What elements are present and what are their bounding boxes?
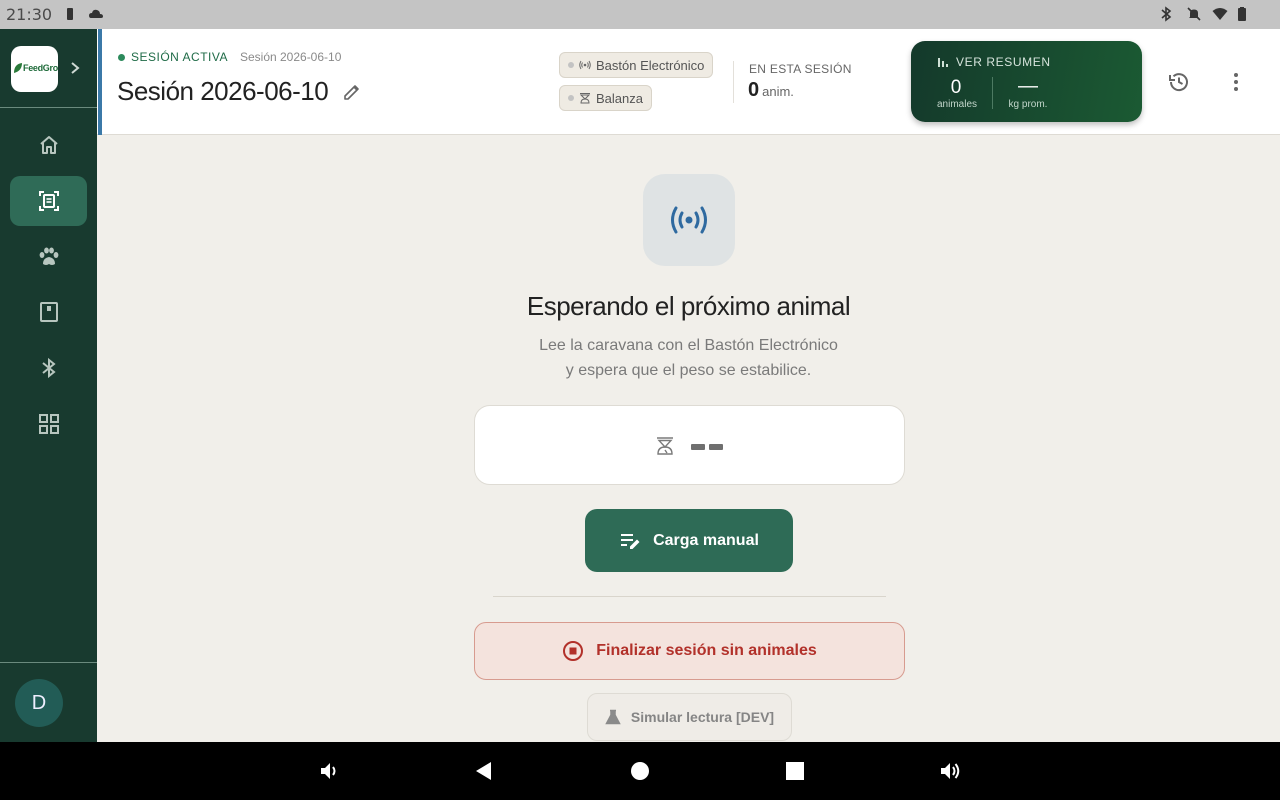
device-status-dot — [568, 95, 574, 101]
summary-title-label: VER RESUMEN — [956, 55, 1051, 69]
battery-icon — [1238, 7, 1246, 21]
sidebar-divider-top — [0, 107, 97, 108]
main-content: Esperando el próximo animal Lee la carav… — [97, 135, 1280, 742]
scale-icon — [657, 437, 673, 455]
bluetooth-status-icon — [1161, 6, 1172, 22]
sidebar-item-apps[interactable] — [10, 399, 87, 449]
sidebar-item-home[interactable] — [10, 120, 87, 170]
device-chip-label: Balanza — [596, 90, 643, 106]
summary-animals-label: animales — [936, 99, 978, 110]
sidebar-item-animals[interactable] — [10, 232, 87, 282]
volume-up-icon[interactable] — [938, 759, 962, 783]
history-icon[interactable] — [1167, 70, 1191, 94]
waiting-instructions: Lee la caravana con el Bastón Electrónic… — [97, 333, 1280, 383]
active-dot — [118, 53, 125, 61]
in-session-unit: anim. — [762, 84, 794, 99]
wifi-icon — [1212, 8, 1228, 20]
in-session-count-value: 0 — [748, 79, 760, 101]
system-status-bar: 21:30 — [0, 0, 1280, 29]
manual-entry-button[interactable]: Carga manual — [585, 509, 793, 572]
simulate-reading-label: Simular lectura [DEV] — [630, 709, 775, 725]
status-time: 21:30 — [6, 5, 53, 24]
manual-entry-label: Carga manual — [653, 531, 759, 549]
summary-card[interactable]: VER RESUMEN 0 animales — kg prom. — [911, 41, 1142, 122]
app-logo[interactable]: FeedGro — [11, 46, 58, 92]
summary-avg-value: — — [1018, 75, 1038, 97]
sidebar-item-reports[interactable] — [10, 287, 87, 337]
rfid-signal-icon — [671, 206, 707, 234]
recents-icon[interactable] — [783, 759, 807, 783]
stop-circle-icon — [563, 641, 584, 661]
bluetooth-icon — [41, 357, 56, 379]
header-separator — [733, 61, 734, 103]
leaf-icon — [14, 63, 22, 73]
system-nav-bar — [0, 742, 1280, 800]
weight-display — [474, 405, 905, 485]
in-session-count: 0 anim. — [748, 79, 794, 102]
content-divider — [493, 596, 886, 597]
session-header: SESIÓN ACTIVA Sesión 2026-06-10 Sesión 2… — [97, 29, 1280, 135]
sidebar: FeedGro D — [0, 29, 97, 742]
summary-animals-value: 0 — [950, 77, 962, 98]
edit-icon[interactable] — [342, 82, 362, 102]
simulate-reading-button[interactable]: Simular lectura [DEV] — [587, 693, 792, 741]
header-accent-bar — [98, 29, 102, 135]
lock-icon — [67, 8, 73, 20]
home-icon — [39, 136, 58, 154]
session-subtitle: Sesión 2026-06-10 — [239, 50, 342, 64]
home-nav-icon[interactable] — [628, 759, 652, 783]
session-status-label: SESIÓN ACTIVA — [131, 50, 228, 64]
flask-icon — [605, 709, 621, 725]
summary-title: VER RESUMEN — [937, 55, 1051, 69]
device-chip-scale[interactable]: Balanza — [559, 85, 652, 111]
avatar[interactable]: D — [15, 679, 63, 727]
notifications-off-icon — [1187, 7, 1201, 21]
weight-placeholder — [691, 444, 723, 450]
logo-text: FeedGro — [23, 63, 58, 73]
in-session-label: EN ESTA SESIÓN — [749, 62, 852, 76]
bar-chart-icon — [938, 58, 948, 67]
paw-icon — [39, 247, 58, 265]
device-chip-rfid[interactable]: Bastón Electrónico — [559, 52, 714, 78]
waiting-line-1: Lee la caravana con el Bastón Electrónic… — [539, 337, 838, 354]
reader-status-tile — [643, 174, 735, 266]
rfid-icon — [579, 60, 591, 70]
more-vert-icon[interactable] — [1224, 70, 1248, 94]
edit-note-icon — [621, 533, 640, 549]
device-status-dot — [568, 62, 574, 68]
page-title: Sesión 2026-06-10 — [117, 76, 329, 106]
grid-icon — [38, 414, 59, 434]
volume-down-icon[interactable] — [318, 759, 342, 783]
finish-session-button[interactable]: Finalizar sesión sin animales — [474, 622, 905, 680]
summary-separator — [992, 77, 993, 109]
finish-session-label: Finalizar sesión sin animales — [596, 642, 817, 659]
device-chip-label: Bastón Electrónico — [596, 57, 705, 73]
chevron-right-icon[interactable] — [68, 60, 82, 76]
clipboard-icon — [39, 302, 58, 322]
sidebar-item-bluetooth[interactable] — [10, 343, 87, 393]
sidebar-item-session[interactable] — [10, 176, 87, 226]
cloud-icon — [89, 9, 103, 18]
summary-avg-label: kg prom. — [1008, 99, 1048, 110]
waiting-line-2: y espera que el peso se estabilice. — [565, 362, 812, 379]
back-icon[interactable] — [472, 759, 496, 783]
scan-document-icon — [38, 191, 59, 211]
session-status-line: SESIÓN ACTIVA Sesión 2026-06-10 — [118, 50, 341, 64]
sidebar-divider-bottom — [0, 662, 97, 663]
waiting-title: Esperando el próximo animal — [526, 291, 851, 321]
scale-icon — [579, 93, 591, 104]
